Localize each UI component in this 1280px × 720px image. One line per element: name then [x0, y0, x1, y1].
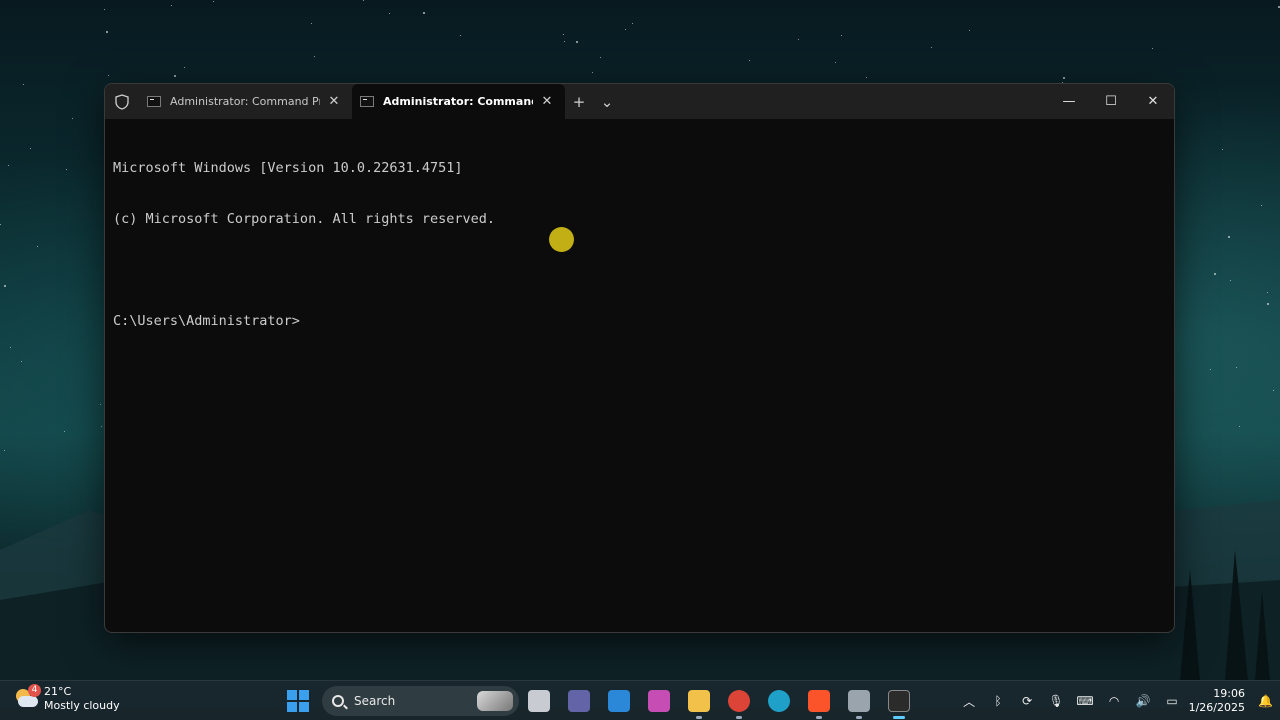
- tab-command-prompt-1[interactable]: Administrator: Command Prompt ✕: [139, 84, 352, 119]
- weather-icon: 4: [14, 684, 41, 712]
- task-view-icon: [528, 690, 550, 712]
- brave-icon: [808, 690, 830, 712]
- tab-command-prompt-2[interactable]: Administrator: Command Prompt ✕: [352, 84, 565, 119]
- taskbar-app-app-installer[interactable]: [839, 681, 879, 720]
- close-tab-icon[interactable]: ✕: [539, 94, 555, 109]
- taskbar-app-file-explorer[interactable]: [679, 681, 719, 720]
- taskbar-app-chrome[interactable]: [719, 681, 759, 720]
- maximize-button[interactable]: ☐: [1090, 84, 1132, 119]
- clock[interactable]: 19:06 1/26/2025: [1187, 687, 1251, 715]
- taskbar-app-teams[interactable]: [559, 681, 599, 720]
- tab-title: Administrator: Command Prompt: [170, 95, 320, 108]
- console-line: Microsoft Windows [Version 10.0.22631.47…: [113, 160, 463, 176]
- wifi-icon[interactable]: ◠: [1100, 681, 1129, 720]
- weather-widget[interactable]: 4 21°C Mostly cloudy: [14, 684, 120, 713]
- dropdown-chevron-icon[interactable]: ⌄: [593, 84, 621, 119]
- battery-icon[interactable]: ▭: [1158, 681, 1187, 720]
- close-window-button[interactable]: ✕: [1132, 84, 1174, 119]
- console-output[interactable]: Microsoft Windows [Version 10.0.22631.47…: [113, 126, 1166, 624]
- close-tab-icon[interactable]: ✕: [326, 94, 342, 109]
- keyboard-icon[interactable]: ⌨: [1071, 681, 1100, 720]
- taskbar-app-microsoft-store[interactable]: [599, 681, 639, 720]
- console-line: (c) Microsoft Corporation. All rights re…: [113, 211, 496, 227]
- app-installer-icon: [848, 690, 870, 712]
- chrome-icon: [728, 690, 750, 712]
- weather-condition: Mostly cloudy: [44, 699, 120, 712]
- edge-icon: [768, 690, 790, 712]
- cmd-icon: [147, 96, 161, 107]
- admin-shield-icon: [105, 84, 139, 119]
- start-button[interactable]: [282, 685, 314, 717]
- bluetooth-icon[interactable]: ᛒ: [984, 681, 1013, 720]
- tab-title: Administrator: Command Prompt: [383, 95, 533, 108]
- minimize-button[interactable]: —: [1048, 84, 1090, 119]
- microsoft-store-icon: [608, 690, 630, 712]
- clock-time: 19:06: [1213, 687, 1245, 700]
- weather-badge: 4: [28, 684, 41, 697]
- system-tray: ︿ ᛒ ⟳ 🎙 ⌨ ◠ 🔊 ▭ 19:06 1/26/2025 🔔: [955, 681, 1280, 720]
- taskbar-app-edge[interactable]: [759, 681, 799, 720]
- new-tab-button[interactable]: +: [565, 84, 593, 119]
- window-controls: — ☐ ✕: [1048, 84, 1174, 119]
- taskbar: 4 21°C Mostly cloudy Search ︿ ᛒ ⟳ 🎙 ⌨ ◠ …: [0, 680, 1280, 720]
- weather-temperature: 21°C: [44, 685, 72, 698]
- chevron-up-icon[interactable]: ︿: [955, 681, 984, 720]
- windows-terminal-icon: [888, 690, 910, 712]
- clock-date: 1/26/2025: [1188, 701, 1245, 714]
- taskbar-app-copilot[interactable]: [639, 681, 679, 720]
- taskbar-apps: Search: [282, 681, 919, 720]
- console-prompt: C:\Users\Administrator>: [113, 313, 300, 329]
- search-placeholder: Search: [354, 694, 396, 708]
- teams-icon: [568, 690, 590, 712]
- search-icon: [332, 695, 344, 707]
- sync-icon[interactable]: ⟳: [1013, 681, 1042, 720]
- volume-icon[interactable]: 🔊: [1129, 681, 1158, 720]
- file-explorer-icon: [688, 690, 710, 712]
- taskbar-app-windows-terminal[interactable]: [879, 681, 919, 720]
- cmd-icon: [360, 96, 374, 107]
- notification-bell-icon[interactable]: 🔔: [1251, 681, 1280, 720]
- mouse-highlight: [549, 227, 574, 252]
- taskbar-app-brave[interactable]: [799, 681, 839, 720]
- microphone-icon[interactable]: 🎙: [1042, 681, 1071, 720]
- title-bar[interactable]: Administrator: Command Prompt ✕ Administ…: [105, 84, 1174, 119]
- taskbar-search[interactable]: Search: [322, 686, 519, 716]
- taskbar-app-task-view[interactable]: [519, 681, 559, 720]
- terminal-window: Administrator: Command Prompt ✕ Administ…: [104, 83, 1175, 633]
- search-highlight-icon: [477, 691, 513, 711]
- copilot-icon: [648, 690, 670, 712]
